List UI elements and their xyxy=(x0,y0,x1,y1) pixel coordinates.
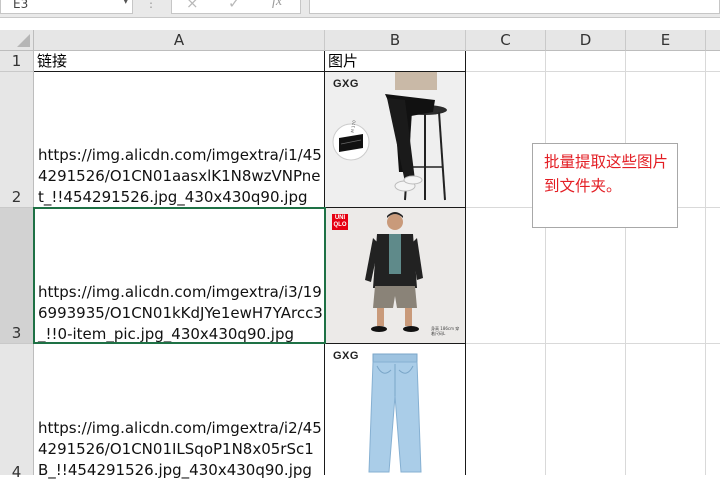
name-box-value: E3 xyxy=(13,0,29,11)
cell-a4-url[interactable]: https://img.alicdn.com/imgextra/i2/45429… xyxy=(38,418,324,481)
drag-handle-icon[interactable]: ⋮ xyxy=(145,0,158,10)
cell-a1[interactable]: 链接 xyxy=(34,51,324,72)
pants-illustration xyxy=(332,72,447,201)
column-header-d[interactable]: D xyxy=(546,30,626,51)
column-header-e[interactable]: E xyxy=(626,30,706,51)
row-header-2[interactable]: 2 xyxy=(0,72,34,208)
product-image-pants[interactable]: GXG M 170 xyxy=(325,72,465,207)
cancel-icon[interactable]: × xyxy=(186,0,199,12)
row-header-1[interactable]: 1 xyxy=(0,51,34,72)
model-caption: 身高 186cm 穿着尺码L xyxy=(431,326,460,336)
formula-buttons: × ✓ fx xyxy=(171,0,301,14)
formula-input[interactable] xyxy=(309,0,720,14)
callout-text: 批量提取这些图片到文件夹。 xyxy=(544,153,669,195)
product-image-jeans[interactable]: GXG xyxy=(325,344,465,475)
row-number: 3 xyxy=(11,324,22,342)
name-box[interactable]: E3 ▾ xyxy=(0,0,133,14)
column-header-b[interactable]: B xyxy=(325,30,466,51)
cell-b1[interactable]: 图片 xyxy=(325,51,465,72)
select-all-corner[interactable] xyxy=(0,30,34,51)
row-number: 1 xyxy=(11,52,22,70)
jeans-illustration xyxy=(368,353,422,473)
column-header-c[interactable]: C xyxy=(466,30,546,51)
row-header-4[interactable]: 4 xyxy=(0,344,34,481)
insert-function-icon[interactable]: fx xyxy=(272,0,282,10)
row-number: 2 xyxy=(11,188,22,206)
product-image-jacket[interactable]: UNI QLO 身高 186cm 穿着尺码L xyxy=(325,208,465,343)
column-header-a[interactable]: A xyxy=(34,30,325,51)
cell-a2-url[interactable]: https://img.alicdn.com/imgextra/i1/45429… xyxy=(38,145,324,208)
jacket-illustration xyxy=(365,212,423,332)
row-number: 4 xyxy=(11,463,22,481)
column-header-f[interactable] xyxy=(706,30,720,51)
confirm-icon[interactable]: ✓ xyxy=(228,0,241,12)
cell-a3-url[interactable]: https://img.alicdn.com/imgextra/i3/19699… xyxy=(38,282,324,345)
chevron-down-icon[interactable]: ▾ xyxy=(123,0,128,7)
callout-textbox[interactable]: 批量提取这些图片到文件夹。 xyxy=(532,143,678,228)
row-header-3[interactable]: 3 xyxy=(0,208,34,344)
